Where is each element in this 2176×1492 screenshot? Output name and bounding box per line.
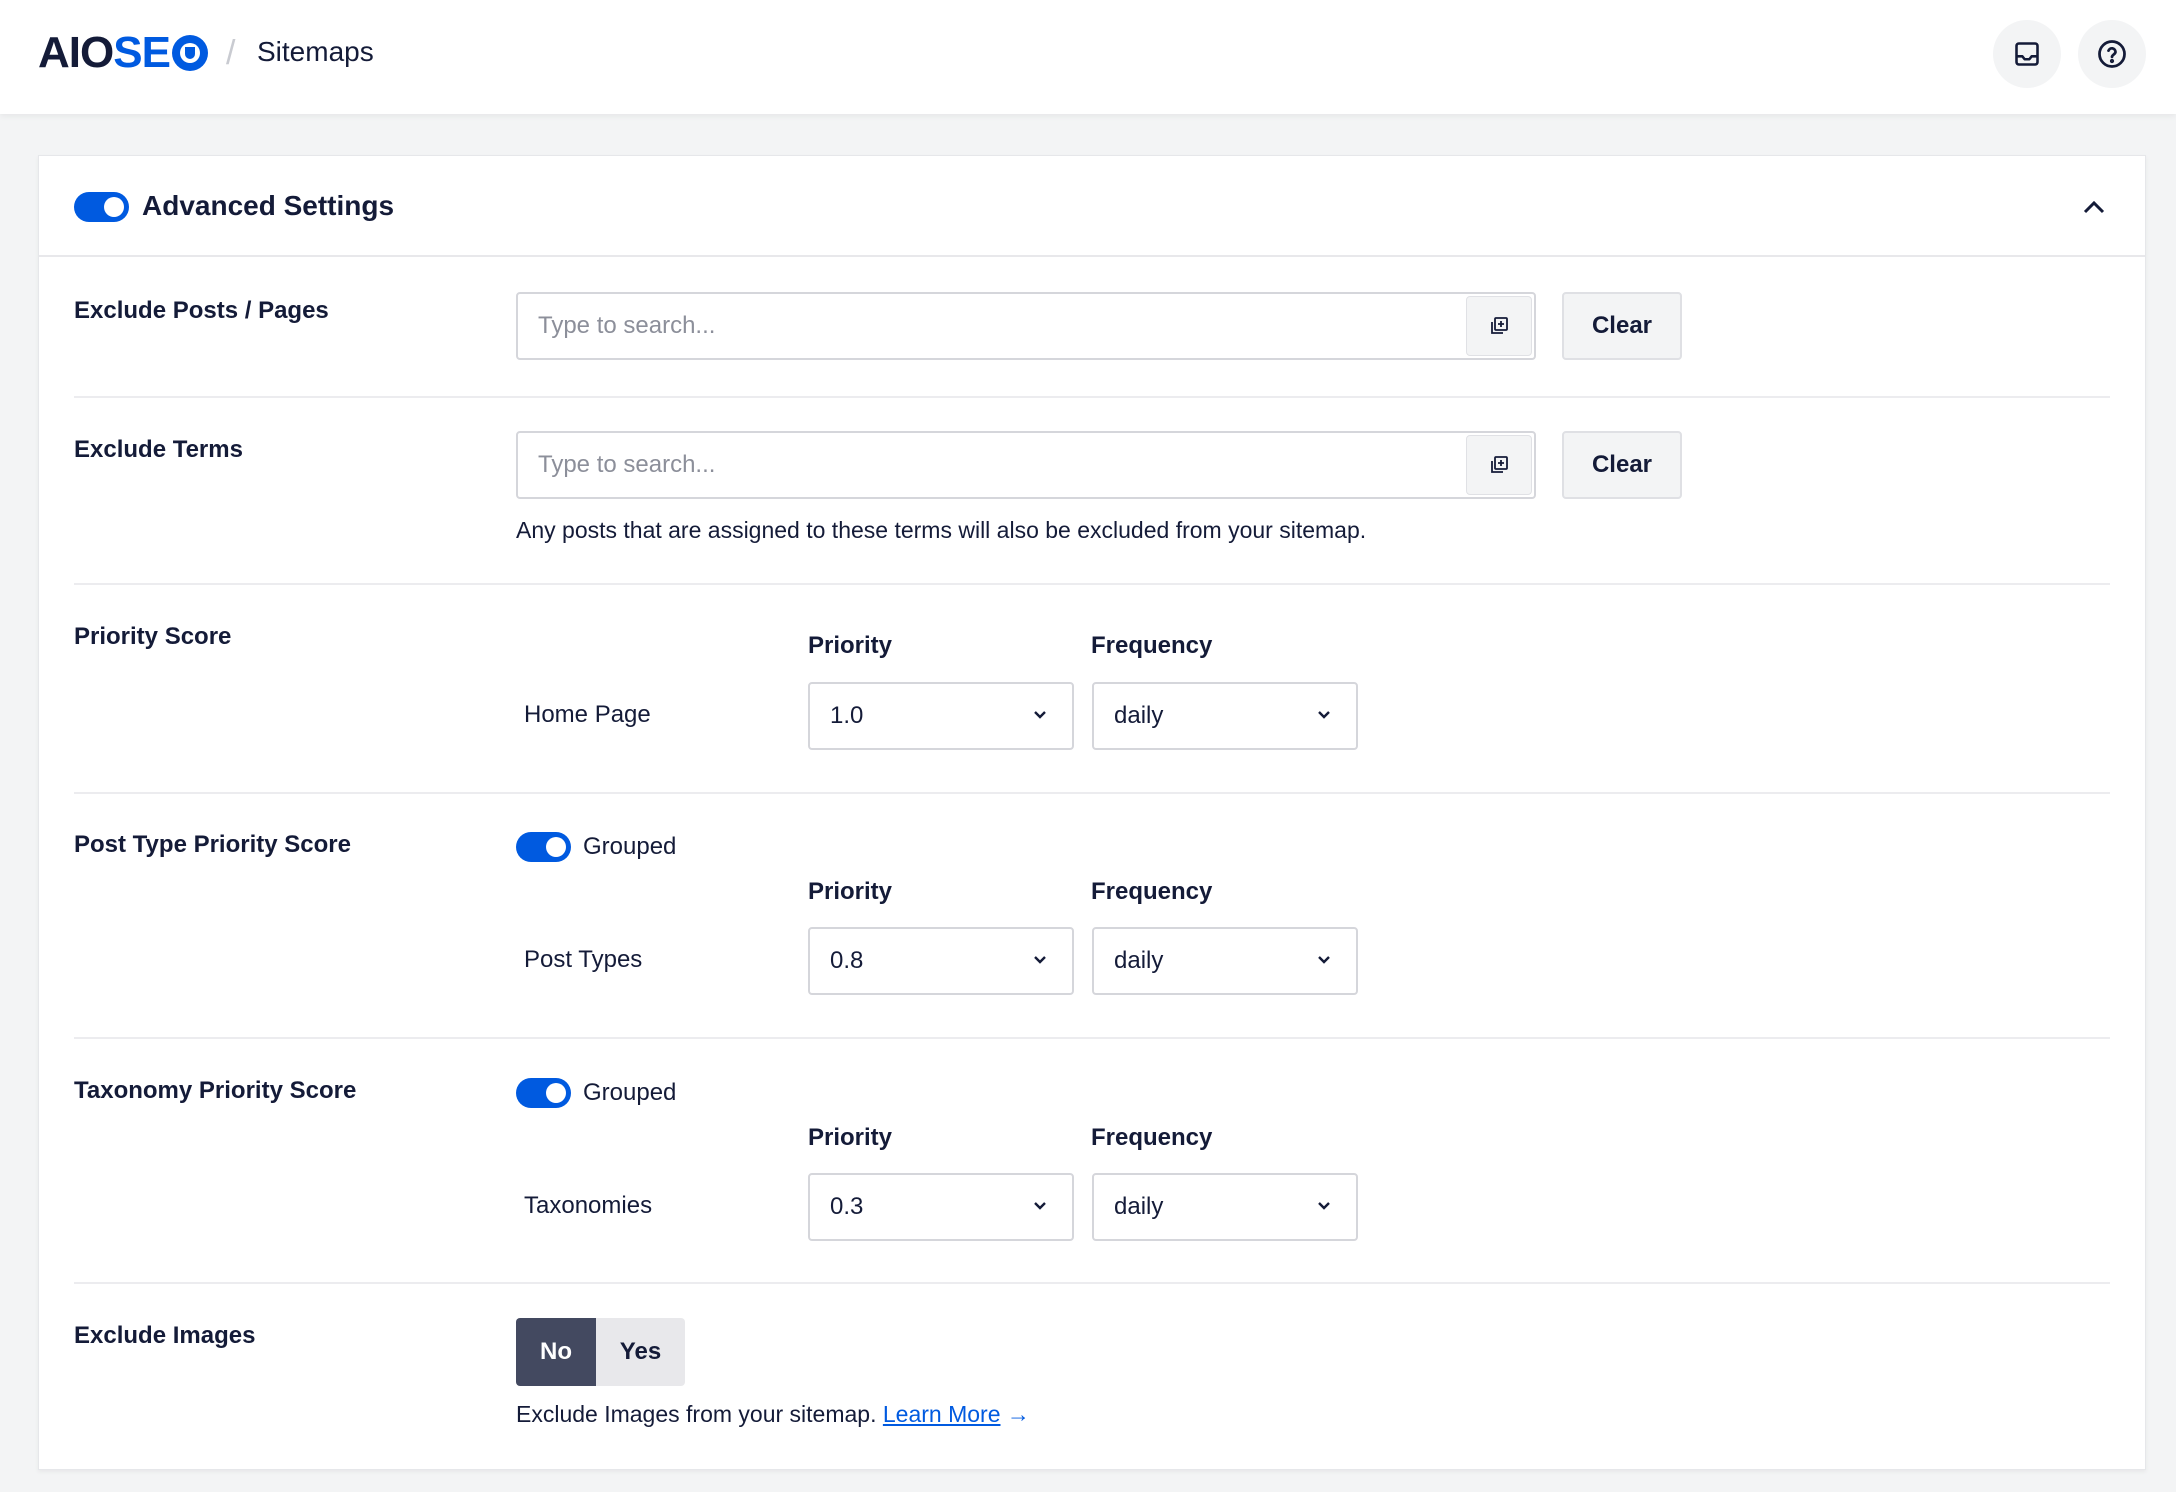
chevron-down-icon <box>1318 956 1330 964</box>
logo-gear-icon <box>171 35 208 71</box>
taxonomy-priority-label: Taxonomy Priority Score <box>74 1077 357 1104</box>
chevron-up-icon <box>2083 200 2105 214</box>
taxonomies-label: Taxonomies <box>524 1192 653 1219</box>
exclude-images-help: Exclude Images from your sitemap. Learn … <box>516 1401 1030 1428</box>
card-header[interactable]: Advanced Settings <box>39 156 2145 257</box>
exclude-posts-search[interactable] <box>516 292 1536 360</box>
add-multiple-icon <box>1491 317 1508 334</box>
arrow-right-icon[interactable]: → <box>1007 1401 1030 1427</box>
taxonomy-grouped-label: Grouped <box>583 1079 677 1106</box>
post-type-grouped-toggle[interactable] <box>516 832 571 862</box>
exclude-images-help-text: Exclude Images from your sitemap. <box>516 1401 877 1427</box>
top-bar: AIO SE / Sitemaps <box>0 0 2176 114</box>
frequency-column-header: Frequency <box>1091 1124 1213 1151</box>
aioseo-logo[interactable]: AIO SE <box>38 28 208 78</box>
exclude-posts-clear-button[interactable]: Clear <box>1562 292 1682 360</box>
priority-column-header: Priority <box>808 878 893 905</box>
chevron-down-icon <box>1034 711 1046 719</box>
exclude-images-label: Exclude Images <box>74 1322 256 1349</box>
priority-score-label: Priority Score <box>74 623 232 650</box>
inbox-icon <box>2015 42 2039 66</box>
add-multiple-icon <box>1491 456 1508 473</box>
frequency-column-header: Frequency <box>1091 632 1213 659</box>
chevron-down-icon <box>1034 956 1046 964</box>
home-page-label: Home Page <box>524 701 651 728</box>
taxonomies-frequency-select[interactable]: daily <box>1092 1173 1358 1241</box>
post-types-frequency-select[interactable]: daily <box>1092 927 1358 995</box>
home-page-priority-select[interactable]: 1.0 <box>808 682 1074 750</box>
taxonomies-frequency-value: daily <box>1114 1193 1164 1220</box>
exclude-terms-search[interactable] <box>516 431 1536 499</box>
exclude-images-no-option[interactable]: No <box>516 1318 596 1386</box>
exclude-posts-label: Exclude Posts / Pages <box>74 297 329 324</box>
logo-seo-text: SE <box>113 28 171 77</box>
chevron-down-icon <box>1318 711 1330 719</box>
exclude-images-toggle-group: No Yes <box>516 1318 685 1386</box>
taxonomy-grouped-toggle[interactable] <box>516 1078 571 1108</box>
post-types-label: Post Types <box>524 946 643 973</box>
breadcrumb-separator: / <box>226 34 236 72</box>
exclude-posts-add-button[interactable] <box>1466 296 1532 356</box>
divider <box>74 1282 2110 1284</box>
home-page-frequency-select[interactable]: daily <box>1092 682 1358 750</box>
breadcrumb-current: Sitemaps <box>257 36 374 67</box>
exclude-terms-add-button[interactable] <box>1466 435 1532 495</box>
divider <box>74 583 2110 585</box>
chevron-down-icon <box>1034 1202 1046 1210</box>
post-type-priority-label: Post Type Priority Score <box>74 831 351 858</box>
exclude-terms-help: Any posts that are assigned to these ter… <box>516 517 1367 543</box>
divider <box>74 792 2110 794</box>
home-page-priority-value: 1.0 <box>830 702 864 729</box>
advanced-settings-toggle[interactable] <box>74 192 129 222</box>
divider <box>74 1037 2110 1039</box>
taxonomies-priority-select[interactable]: 0.3 <box>808 1173 1074 1241</box>
chevron-down-icon <box>1318 1202 1330 1210</box>
help-icon <box>2098 40 2126 68</box>
card-title: Advanced Settings <box>142 190 395 221</box>
post-types-priority-select[interactable]: 0.8 <box>808 927 1074 995</box>
exclude-images-yes-option[interactable]: Yes <box>596 1318 685 1386</box>
notifications-button[interactable] <box>1993 20 2061 88</box>
post-types-priority-value: 0.8 <box>830 947 864 974</box>
exclude-terms-label: Exclude Terms <box>74 436 243 463</box>
priority-column-header: Priority <box>808 632 893 659</box>
priority-column-header: Priority <box>808 1124 893 1151</box>
divider <box>74 396 2110 398</box>
taxonomies-priority-value: 0.3 <box>830 1193 864 1220</box>
learn-more-link[interactable]: Learn More <box>883 1401 1001 1427</box>
post-types-frequency-value: daily <box>1114 947 1164 974</box>
exclude-terms-input[interactable] <box>518 433 1458 497</box>
frequency-column-header: Frequency <box>1091 878 1213 905</box>
advanced-settings-card: Advanced Settings Exclude Posts / Pages … <box>38 155 2146 1470</box>
logo-aio-text: AIO <box>38 28 114 77</box>
exclude-posts-input[interactable] <box>518 294 1458 358</box>
exclude-terms-clear-button[interactable]: Clear <box>1562 431 1682 499</box>
home-page-frequency-value: daily <box>1114 702 1164 729</box>
help-button[interactable] <box>2078 20 2146 88</box>
collapse-button[interactable] <box>2079 192 2109 222</box>
post-type-grouped-label: Grouped <box>583 833 677 860</box>
